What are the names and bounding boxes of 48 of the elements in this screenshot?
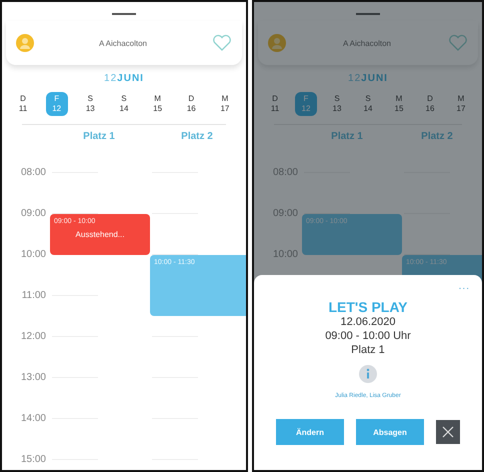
hour-label: 12:00 [20,331,47,342]
hour-label: 11:00 [20,290,47,301]
court-heading: Platz 2 [420,131,454,142]
month-label: 12JUNI [103,73,145,84]
hour-label: 08:00 [20,167,47,178]
avatar-icon[interactable] [16,34,34,52]
hour-label: 14:00 [20,413,47,424]
day-selector[interactable]: D 11 [12,92,34,116]
drag-handle[interactable] [356,13,380,15]
month-label: 12JUNI [347,73,389,84]
booking-court: Platz 1 [351,343,385,357]
day-selector[interactable]: M 15 [388,92,410,116]
action-button[interactable]: Ändern [276,419,344,445]
heart-icon[interactable] [212,34,232,52]
day-selector[interactable]: S 14 [112,92,135,116]
hour-label: 08:00 [272,167,299,178]
day-selector[interactable]: S 14 [357,92,379,116]
close-icon [442,426,454,438]
drag-handle[interactable] [112,13,136,15]
booking-date: 12.06.2020 [340,315,396,329]
hour-label: 10:00 [272,249,299,260]
hour-label: 09:00 [272,208,299,219]
sheet-title: LET'S PLAY [328,299,408,315]
heart-icon[interactable] [448,34,468,52]
action-button[interactable]: Absagen [356,419,424,445]
hour-label: 10:00 [20,249,47,260]
hour-label: 09:00 [20,208,47,219]
header-title: A Aichacolton [98,38,148,48]
day-selector[interactable]: S 13 [79,92,102,116]
court-heading: Platz 1 [330,131,364,142]
day-selector[interactable]: D 16 [180,92,202,116]
avatar-icon[interactable] [268,34,286,52]
day-selector[interactable]: S 13 [326,92,348,116]
day-selector[interactable]: D 16 [419,92,441,116]
more-menu[interactable]: ... [458,281,470,292]
hour-label: 15:00 [20,454,47,465]
close-button[interactable] [436,420,460,444]
day-selector[interactable]: D 11 [264,92,286,116]
court-heading: Platz 2 [180,131,214,142]
day-selector[interactable]: F 12 [46,92,68,116]
hour-label: 13:00 [20,372,47,383]
court-heading: Platz 1 [82,131,116,142]
header-title: A Aichacolton [342,38,392,48]
day-selector[interactable]: M 17 [214,92,236,116]
day-selector[interactable]: M 17 [450,92,472,116]
booking-time: 09:00 - 10:00 Uhr [325,329,411,343]
info-icon[interactable] [359,365,377,383]
day-selector[interactable]: M 15 [146,92,169,116]
